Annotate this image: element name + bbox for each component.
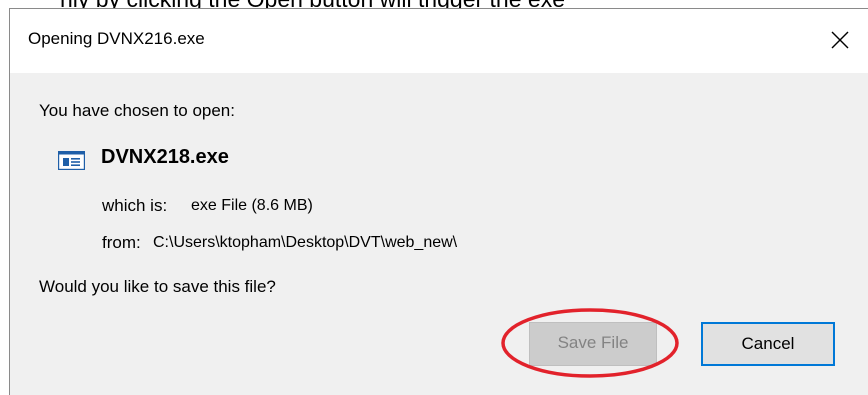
dialog-content: You have chosen to open: DVNX218.exe whi… [10, 73, 868, 395]
close-icon [831, 31, 849, 49]
file-type-value: exe File (8.6 MB) [191, 197, 313, 214]
intro-text: You have chosen to open: [39, 101, 235, 120]
open-file-dialog: Opening DVNX216.exe You have chosen to o… [9, 8, 868, 395]
file-name: DVNX218.exe [101, 146, 229, 168]
cancel-button[interactable]: Cancel [701, 322, 835, 366]
save-file-button[interactable]: Save File [529, 322, 657, 366]
title-bar: Opening DVNX216.exe [10, 9, 868, 73]
from-label: from: [102, 233, 141, 252]
exe-file-icon [58, 151, 85, 170]
dialog-title: Opening DVNX216.exe [28, 29, 205, 48]
save-question: Would you like to save this file? [39, 277, 276, 296]
file-path-value: C:\Users\ktopham\Desktop\DVT\web_new\ [153, 234, 458, 251]
which-is-label: which is: [102, 196, 168, 215]
close-button[interactable] [812, 9, 868, 73]
